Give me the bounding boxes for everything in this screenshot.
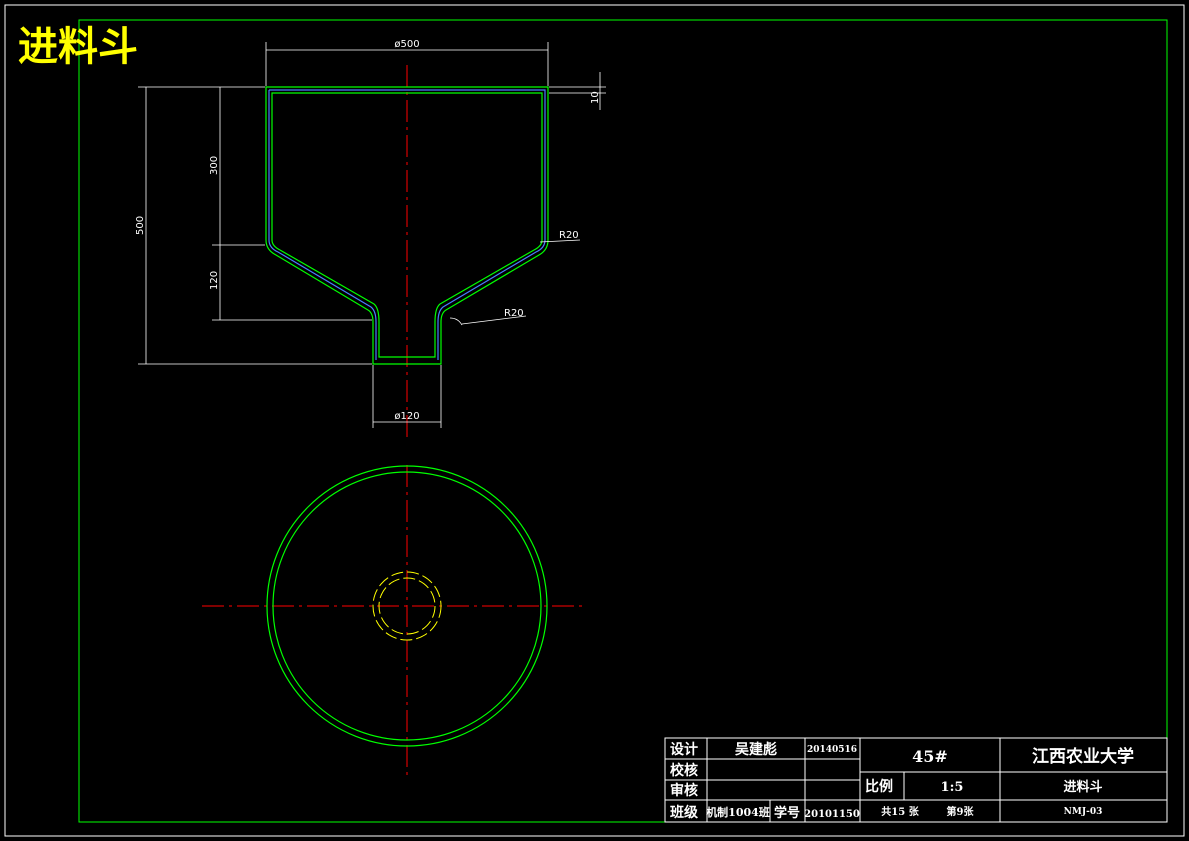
dim-cone-height: 120 — [209, 271, 220, 290]
drawing-frame — [78, 19, 1168, 823]
tb-student-no: 20101150 — [804, 809, 860, 820]
tb-check-label: 校核 — [670, 762, 698, 779]
tb-sheet-no: 第9张 — [947, 805, 975, 818]
sheet-border — [4, 4, 1185, 837]
dim-wall-thickness: 10 — [590, 91, 601, 104]
tb-university: 江西农业大学 — [1032, 746, 1134, 767]
tb-material: 45# — [912, 747, 948, 766]
dim-upper-height: 300 — [209, 156, 220, 175]
tb-review-label: 审核 — [670, 782, 698, 799]
cad-drawing: 进料斗 ø500 10 500 300 120 ø120 R20 R20 设计 … — [4, 4, 1185, 837]
tb-design-label: 设计 — [670, 741, 698, 758]
dim-bottom-diameter: ø120 — [394, 411, 419, 422]
tb-designer: 吴建彪 — [735, 741, 777, 758]
dim-total-height: 500 — [135, 216, 146, 235]
tb-scale-value: 1:5 — [941, 780, 964, 795]
tb-scale-label: 比例 — [865, 778, 893, 795]
tb-design-date: 20140516 — [807, 745, 857, 755]
tb-class-value: 机制1004班 — [706, 805, 770, 819]
dim-top-diameter: ø500 — [394, 39, 419, 50]
drawing-title: 进料斗 — [18, 23, 138, 70]
tb-class-label: 班级 — [670, 804, 699, 821]
tb-student-no-label: 学号 — [774, 805, 800, 821]
dim-radius-lower: R20 — [504, 308, 524, 319]
dim-r-lower-arc — [449, 317, 463, 326]
tb-sheet-total: 共15 张 — [881, 805, 919, 818]
dim-radius-upper: R20 — [559, 230, 579, 241]
tb-drawing-code: NMJ-03 — [1064, 807, 1103, 817]
tb-part-name: 进料斗 — [1063, 779, 1102, 795]
